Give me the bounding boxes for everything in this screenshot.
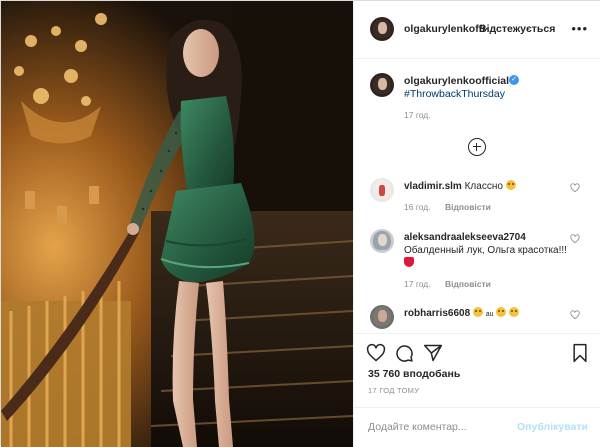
smile-emoji-icon — [505, 180, 516, 190]
reply-button[interactable]: Відповісти — [445, 279, 491, 289]
caption-hashtag-link[interactable]: #ThrowbackThursday — [404, 88, 505, 100]
comment-text: au — [485, 311, 494, 318]
caption-author-username[interactable]: olgakurylenkoofficial — [404, 75, 509, 87]
post-side-panel: olgakurylenkoffi· Відстежується ••• olga… — [353, 1, 600, 447]
commenter-username[interactable]: vladimir.slm — [404, 181, 462, 192]
commenter-avatar[interactable] — [370, 305, 394, 329]
post-photo-image — [1, 1, 353, 447]
comment-like-heart-icon[interactable] — [570, 310, 580, 320]
verified-badge-icon: ✓ — [509, 75, 519, 85]
heart-eyes-emoji-icon — [472, 307, 483, 317]
comment-meta: 17 год. Відповісти — [404, 279, 491, 289]
emoji-icon — [496, 307, 507, 317]
comment-text: Классно — [464, 181, 503, 192]
commenter-avatar[interactable] — [370, 229, 394, 253]
add-comment-bar: Опублікувати — [354, 407, 600, 447]
comment-like-heart-icon[interactable] — [570, 234, 580, 244]
comment-time: 17 год. — [404, 279, 431, 289]
load-more-comments-icon[interactable] — [468, 138, 486, 156]
comment-text: Обалденный лук, Ольга красотка!!! — [404, 245, 567, 256]
comment-body: vladimir.slm Классно — [404, 180, 574, 193]
post-header: olgakurylenkoffi· Відстежується ••• — [354, 1, 600, 59]
comment-body: aleksandraalekseeva2704 Обалденный лук, … — [404, 231, 574, 270]
comment-meta: 16 год. Відповісти — [404, 202, 491, 212]
emoji-icon — [509, 307, 520, 317]
author-username[interactable]: olgakurylenkoffi· — [404, 23, 489, 35]
add-comment-input[interactable] — [368, 418, 518, 436]
share-icon[interactable] — [423, 343, 443, 363]
bookmark-icon[interactable] — [570, 343, 590, 363]
comment-icon[interactable] — [394, 343, 414, 363]
publish-button[interactable]: Опублікувати — [517, 421, 588, 433]
comment-body: robharris6608 au — [404, 307, 574, 321]
post-time-ago: 17 год тому — [368, 386, 420, 395]
reply-button[interactable]: Відповісти — [445, 202, 491, 212]
comment-like-heart-icon[interactable] — [570, 183, 580, 193]
commenter-avatar[interactable] — [370, 178, 394, 202]
author-avatar[interactable] — [370, 17, 394, 41]
caption-author-avatar[interactable] — [370, 73, 394, 97]
comment-time: 16 год. — [404, 202, 431, 212]
heart-icon[interactable] — [366, 343, 386, 363]
post-photo[interactable] — [1, 1, 353, 447]
caption-timestamp: 17 год. — [404, 110, 431, 120]
red-heart-emoji-icon — [404, 257, 414, 267]
likes-count[interactable]: 35 760 вподобань — [368, 368, 460, 380]
follow-status-button[interactable]: Відстежується — [479, 23, 555, 35]
commenter-username[interactable]: robharris6608 — [404, 308, 470, 319]
commenter-username[interactable]: aleksandraalekseeva2704 — [404, 231, 574, 244]
more-options-icon[interactable]: ••• — [571, 21, 588, 36]
instagram-post: olgakurylenkoffi· Відстежується ••• olga… — [0, 0, 600, 447]
